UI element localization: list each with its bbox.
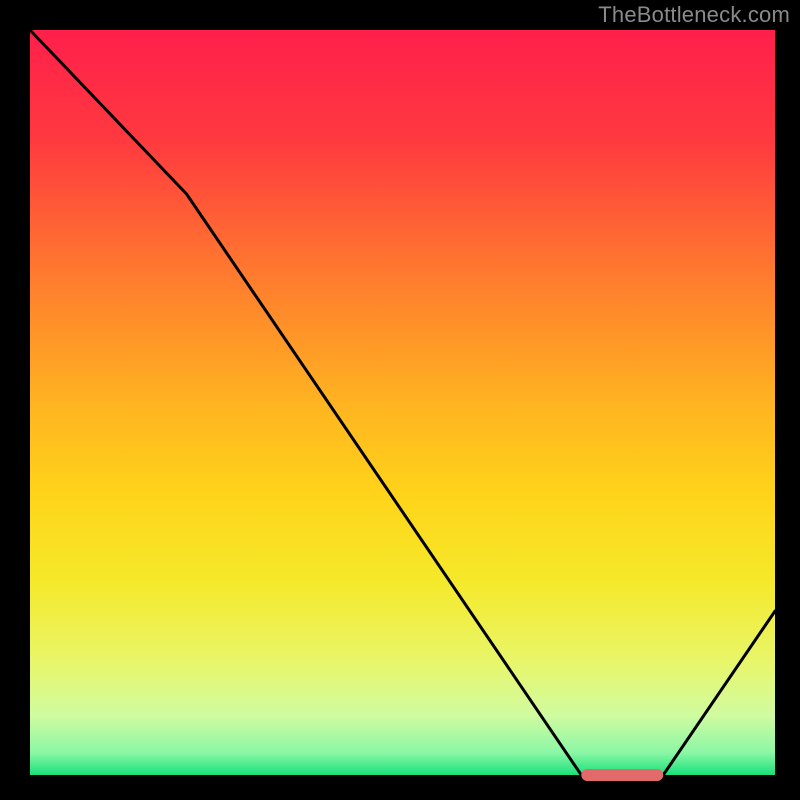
plot-area <box>30 30 775 775</box>
bottleneck-chart <box>0 0 800 800</box>
attribution-text: TheBottleneck.com <box>598 2 790 28</box>
optimal-region-marker <box>581 769 663 781</box>
